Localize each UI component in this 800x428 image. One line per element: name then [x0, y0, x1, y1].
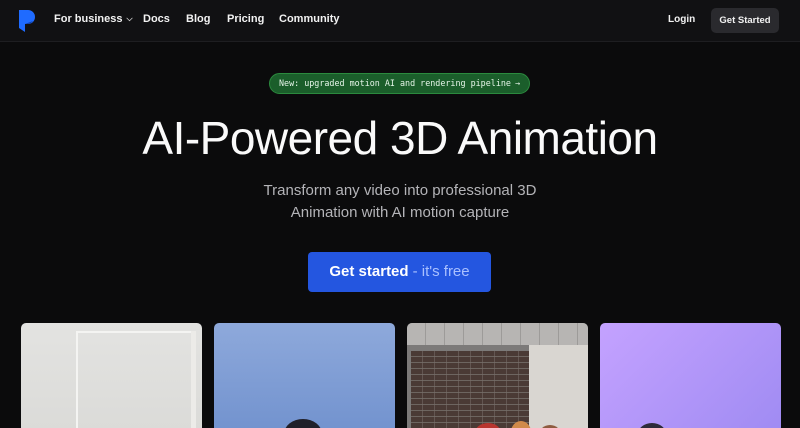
nav-get-started-button[interactable]: Get Started: [711, 8, 779, 33]
showcase-card-2[interactable]: [214, 323, 395, 428]
wall-molding-edge: [191, 331, 196, 428]
nav-blog[interactable]: Blog: [186, 13, 210, 25]
nav-pricing[interactable]: Pricing: [227, 13, 264, 25]
nav-community[interactable]: Community: [279, 13, 340, 25]
nav-docs[interactable]: Docs: [143, 13, 170, 25]
showcase-card-3[interactable]: [407, 323, 588, 428]
get-started-free-button[interactable]: Get started - it's free: [308, 252, 491, 292]
chevron-down-icon: ⌵: [126, 14, 133, 23]
nav-for-business-label: For business: [54, 13, 123, 25]
ceiling-panel: [407, 323, 588, 345]
hero-subtitle: Transform any video into professional 3D…: [0, 180, 800, 224]
wall-molding: [76, 331, 196, 428]
login-link[interactable]: Login: [668, 14, 695, 25]
nav-for-business[interactable]: For business ⌵: [54, 13, 133, 25]
hero-subtitle-line-1: Transform any video into professional 3D: [263, 182, 537, 199]
showcase-card-4[interactable]: [600, 323, 781, 428]
announcement-badge[interactable]: New: upgraded motion AI and rendering pi…: [269, 73, 530, 94]
arrow-right-icon: →: [514, 78, 520, 88]
figure-silhouette: [638, 423, 666, 428]
brick-fireplace: [411, 351, 529, 428]
cta-free-label: - it's free: [412, 263, 470, 280]
white-wall: [529, 345, 588, 428]
figure-silhouette: [284, 419, 322, 428]
announcement-text: New: upgraded motion AI and rendering pi…: [279, 78, 511, 88]
hero-subtitle-line-2: Animation with AI motion capture: [290, 204, 510, 221]
brand-logo-icon[interactable]: [17, 9, 37, 33]
page: For business ⌵ Docs Blog Pricing Communit…: [0, 0, 800, 428]
hero-title: AI-Powered 3D Animation: [142, 112, 658, 164]
top-nav: For business ⌵ Docs Blog Pricing Communit…: [0, 0, 800, 42]
showcase-card-1[interactable]: [21, 323, 202, 428]
cta-main-label: Get started: [329, 263, 409, 280]
